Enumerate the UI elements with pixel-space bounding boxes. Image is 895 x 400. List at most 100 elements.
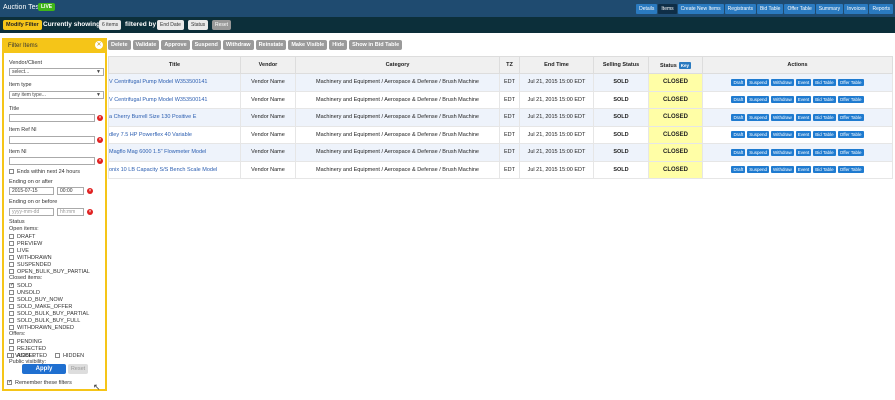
hide-button[interactable]: Hide <box>329 40 348 50</box>
status-checkbox[interactable] <box>9 269 14 274</box>
ending-after-time-input[interactable]: 00:00 <box>57 187 84 195</box>
status-option-sold-bulk-buy-partial[interactable]: SOLD_BULK_BUY_PARTIAL <box>9 310 89 317</box>
status-option-withdrawn[interactable]: WITHDRAWN <box>9 254 52 261</box>
status-checkbox[interactable] <box>9 318 14 323</box>
item-type-select[interactable]: any item type... ▼ <box>9 91 104 99</box>
status-option-sold[interactable]: ✓ SOLD <box>9 282 32 289</box>
clear-icon[interactable]: × <box>97 137 103 143</box>
draft-button[interactable]: Draft <box>731 78 746 86</box>
event-button[interactable]: Event <box>795 113 812 121</box>
nav-details[interactable]: Details <box>636 4 658 14</box>
status-checkbox[interactable] <box>9 248 14 253</box>
key-button[interactable]: Key <box>678 61 692 69</box>
status-chip[interactable]: Status <box>188 20 209 30</box>
item-title-link[interactable]: V Centrifugal Pump Model W353500141 <box>108 90 241 109</box>
bid-table-button[interactable]: Bid Table <box>813 78 836 86</box>
suspend-item-button[interactable]: Suspend <box>747 113 769 121</box>
withdraw-item-button[interactable]: Withdraw <box>770 78 794 86</box>
status-option-unsold[interactable]: UNSOLD <box>9 289 40 296</box>
item-title-link[interactable]: Magflo Mag 6000 1.5" Flowmeter Model <box>108 143 241 162</box>
status-option-preview[interactable]: PREVIEW <box>9 240 42 247</box>
withdraw-item-button[interactable]: Withdraw <box>770 148 794 156</box>
remember-filters-option[interactable]: ✓ Remember these filters <box>7 379 72 386</box>
visibility-option-hidden[interactable]: HIDDEN <box>55 352 84 359</box>
offer-checkbox[interactable] <box>9 346 14 351</box>
offer-table-button[interactable]: Offer Table <box>837 148 864 156</box>
status-checkbox[interactable] <box>9 297 14 302</box>
visibility-checkbox[interactable] <box>7 353 12 358</box>
status-checkbox[interactable] <box>9 234 14 239</box>
offer-checkbox[interactable] <box>9 339 14 344</box>
ending-before-date-input[interactable]: yyyy-mm-dd <box>9 208 54 216</box>
apply-button[interactable]: Apply <box>22 364 66 374</box>
delete-button[interactable]: Delete <box>108 40 131 50</box>
item-nl-input[interactable] <box>9 157 95 165</box>
status-option-live[interactable]: LIVE <box>9 247 29 254</box>
status-option-draft[interactable]: DRAFT <box>9 233 35 240</box>
remember-filters-checkbox[interactable]: ✓ <box>7 380 12 385</box>
suspend-item-button[interactable]: Suspend <box>747 131 769 139</box>
col-category-header[interactable]: Category <box>295 56 500 74</box>
item-ref-input[interactable] <box>9 136 95 144</box>
bid-table-button[interactable]: Bid Table <box>813 166 836 174</box>
show-in-bid-table-button[interactable]: Show in Bid Table <box>349 40 403 50</box>
reset-filter-chip[interactable]: Reset <box>212 20 232 30</box>
status-option-open-bulk-buy-partial[interactable]: OPEN_BULK_BUY_PARTIAL <box>9 268 90 275</box>
col-vendor-header[interactable]: Vendor <box>240 56 296 74</box>
clear-icon[interactable]: × <box>97 158 103 164</box>
status-checkbox[interactable] <box>9 325 14 330</box>
offer-table-button[interactable]: Offer Table <box>837 78 864 86</box>
end-date-chip[interactable]: End Date <box>157 20 184 30</box>
status-option-suspended[interactable]: SUSPENDED <box>9 261 51 268</box>
clear-icon[interactable]: × <box>87 209 93 215</box>
col-status-header[interactable]: Status Key <box>648 56 703 74</box>
item-title-link[interactable]: V Centrifugal Pump Model W353500141 <box>108 73 241 92</box>
event-button[interactable]: Event <box>795 148 812 156</box>
draft-button[interactable]: Draft <box>731 166 746 174</box>
item-title-link[interactable]: dley 7.5 HP Powerflex 40 Variable <box>108 125 241 144</box>
reset-button[interactable]: Reset <box>68 364 88 374</box>
nav-reports[interactable]: Reports <box>869 4 893 14</box>
withdraw-item-button[interactable]: Withdraw <box>770 131 794 139</box>
status-option-withdrawn-ended[interactable]: WITHDRAWN_ENDED <box>9 324 74 331</box>
suspend-button[interactable]: Suspend <box>191 40 221 50</box>
suspend-item-button[interactable]: Suspend <box>747 96 769 104</box>
vendor-select[interactable]: select... ▼ <box>9 68 104 76</box>
visibility-option-visible[interactable]: VISIBLE <box>7 352 36 359</box>
status-option-sold-bulk-buy-full[interactable]: SOLD_BULK_BUY_FULL <box>9 317 80 324</box>
col-selling-status-header[interactable]: Selling Status <box>593 56 649 74</box>
withdraw-item-button[interactable]: Withdraw <box>770 113 794 121</box>
bid-table-button[interactable]: Bid Table <box>813 113 836 121</box>
title-input[interactable] <box>9 114 95 122</box>
item-title-link[interactable]: onix 10 LB Capacity S/S Bench Scale Mode… <box>108 160 241 179</box>
col-tz-header[interactable]: TZ <box>499 56 520 74</box>
bid-table-button[interactable]: Bid Table <box>813 131 836 139</box>
withdraw-button[interactable]: Withdraw <box>222 40 254 50</box>
ends-24h-checkbox[interactable] <box>9 169 14 174</box>
ends-24h-option[interactable]: Ends within next 24 hours <box>9 168 80 175</box>
col-title-header[interactable]: Title <box>108 56 241 74</box>
status-checkbox[interactable] <box>9 311 14 316</box>
make-visible-button[interactable]: Make Visible <box>288 40 328 50</box>
status-checkbox[interactable] <box>9 262 14 267</box>
status-option-sold-buy-now[interactable]: SOLD_BUY_NOW <box>9 296 63 303</box>
suspend-item-button[interactable]: Suspend <box>747 166 769 174</box>
nav-offer-table[interactable]: Offer Table <box>784 4 815 14</box>
offer-option-pending[interactable]: PENDING <box>9 338 42 345</box>
event-button[interactable]: Event <box>795 78 812 86</box>
suspend-item-button[interactable]: Suspend <box>747 148 769 156</box>
approve-button[interactable]: Approve <box>161 40 190 50</box>
event-button[interactable]: Event <box>795 96 812 104</box>
bid-table-button[interactable]: Bid Table <box>813 96 836 104</box>
status-checkbox[interactable] <box>9 255 14 260</box>
nav-bid-table[interactable]: Bid Table <box>756 4 784 14</box>
offer-table-button[interactable]: Offer Table <box>837 113 864 121</box>
nav-create-new-items[interactable]: Create New Items <box>677 4 724 14</box>
visibility-checkbox[interactable] <box>55 353 60 358</box>
withdraw-item-button[interactable]: Withdraw <box>770 96 794 104</box>
bid-table-button[interactable]: Bid Table <box>813 148 836 156</box>
event-button[interactable]: Event <box>795 166 812 174</box>
offer-option-rejected[interactable]: REJECTED <box>9 345 46 352</box>
status-checkbox[interactable] <box>9 304 14 309</box>
item-title-link[interactable]: a Cherry Burrell Size 130 Positive E <box>108 108 241 127</box>
